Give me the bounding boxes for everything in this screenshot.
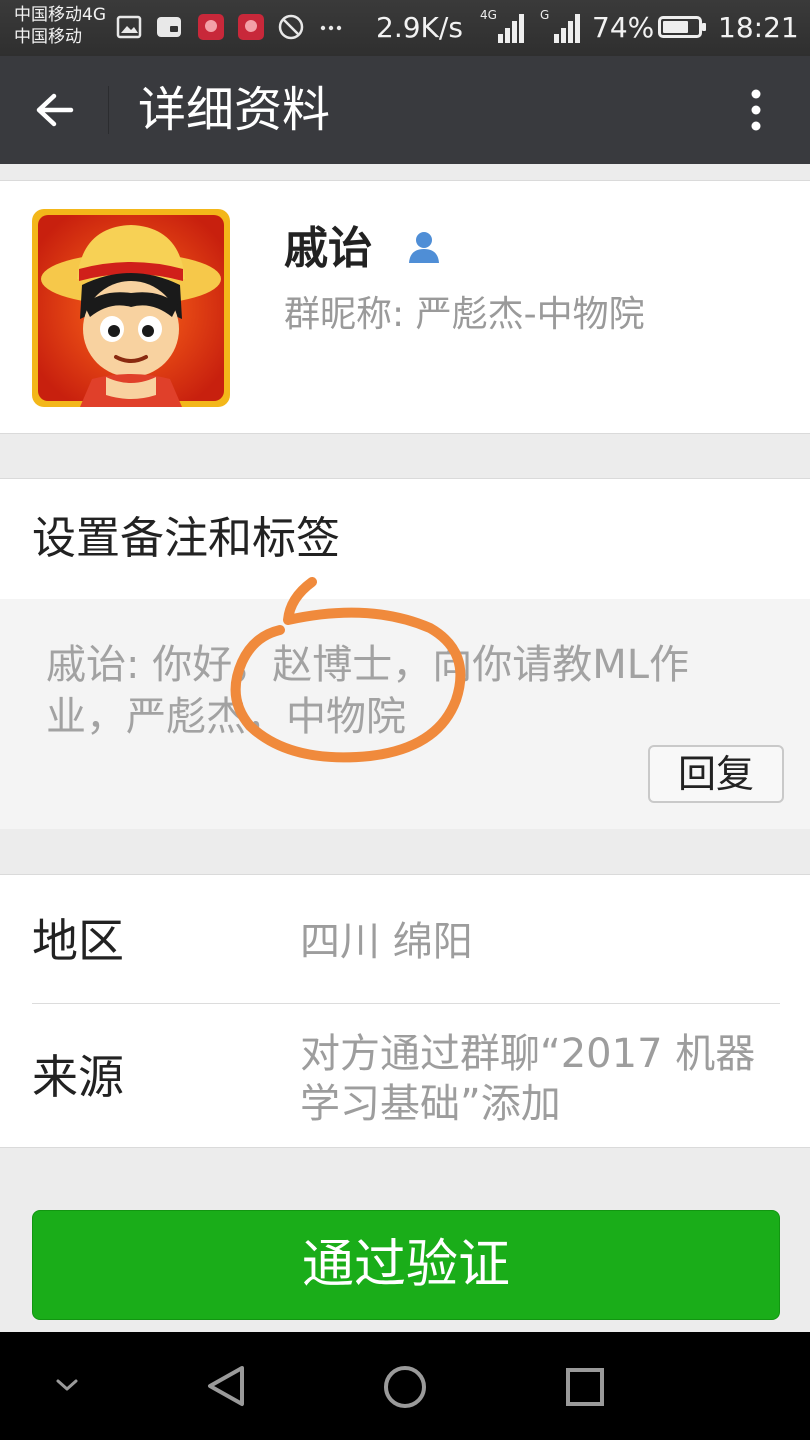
system-nav-bar [0,1332,810,1440]
home-circle-icon[interactable] [382,1364,428,1410]
more-vertical-icon [751,89,761,131]
profile-card[interactable]: 戚诒 群昵称: 严彪杰-中物院 [0,180,810,434]
details-divider [32,1003,780,1004]
network-speed: 2.9K/s [376,11,463,44]
page-title: 详细资料 [138,82,331,138]
gallery-icon [116,15,142,39]
clock: 18:21 [718,11,799,44]
recents-square-icon[interactable] [564,1366,606,1408]
signal-icon [498,14,524,43]
arrow-left-icon [36,93,74,127]
group-nickname: 群昵称: 严彪杰-中物院 [284,294,645,335]
blocked-icon [278,14,304,40]
set-remark-and-tags[interactable]: 设置备注和标签 [32,509,340,569]
battery-tip [702,23,706,31]
carrier-info: 中国移动4G 中国移动 [14,4,106,48]
status-bar: 中国移动4G 中国移动 2.9K/s 4G G 74% 18:21 [0,0,810,56]
more-menu-button[interactable] [730,80,782,142]
back-triangle-icon[interactable] [204,1362,248,1410]
carrier-line-1: 中国移动4G [14,5,106,25]
app-bar: 详细资料 [0,56,810,164]
battery-fill [663,21,688,33]
avatar[interactable] [32,209,230,407]
sim-icon [157,17,181,37]
approve-verification-button[interactable]: 通过验证 [32,1210,780,1320]
region-value: 四川 绵阳 [300,919,473,965]
region-label: 地区 [32,914,124,968]
details-card: 地区 四川 绵阳 来源 对方通过群聊“2017 机器学习基础”添加 [0,874,810,1148]
source-value: 对方通过群聊“2017 机器学习基础”添加 [300,1031,756,1127]
more-dots-icon [320,25,342,31]
huawei-icon [238,14,264,40]
annotation-circle [230,577,466,763]
battery-percent: 74% [592,11,655,44]
appbar-separator [108,86,109,134]
source-label: 来源 [32,1050,124,1104]
huawei-icon [198,14,224,40]
signal-icon-2 [554,14,580,43]
carrier-line-2: 中国移动 [14,27,82,47]
person-icon [409,232,439,263]
back-button[interactable] [20,80,90,140]
reply-button[interactable]: 回复 [648,745,784,803]
battery-icon [658,16,706,38]
contact-name: 戚诒 [284,223,372,274]
chevron-down-icon[interactable] [54,1376,80,1394]
